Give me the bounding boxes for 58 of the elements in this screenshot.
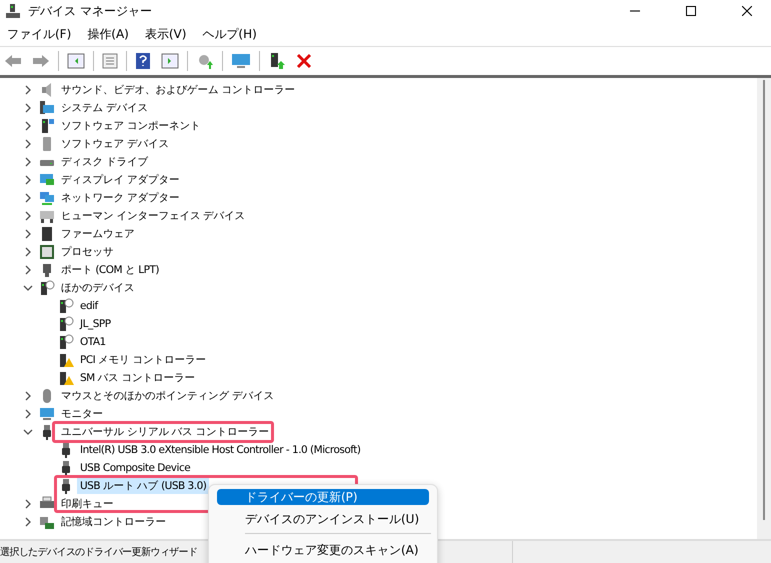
device-warning-icon: [58, 352, 74, 368]
tree-item[interactable]: サウンド、ビデオ、およびゲーム コントローラー: [58, 82, 298, 98]
device-keyboard-icon: [39, 208, 55, 224]
device-network-icon: [39, 190, 55, 206]
tree-item[interactable]: ほかのデバイス: [58, 280, 138, 296]
tree-item[interactable]: 印刷キュー: [58, 496, 116, 512]
device-system-icon: [39, 100, 55, 116]
device-manager-icon: [6, 4, 20, 18]
tree-item[interactable]: Intel(R) USB 3.0 eXtensible Host Controller - 1.0 (Microsoft): [77, 443, 364, 457]
context-menu-item[interactable]: ハードウェア変更のスキャン(A): [217, 542, 429, 558]
delete-icon[interactable]: [294, 51, 314, 71]
device-storage-icon: [39, 514, 55, 530]
scrollbar[interactable]: [757, 78, 771, 539]
device-monitor-icon: [39, 406, 55, 422]
maximize-icon: [686, 6, 696, 16]
tree-item[interactable]: ユニバーサル シリアル バス コントローラー: [58, 424, 272, 440]
properties-icon[interactable]: [100, 51, 120, 71]
device-cpu-icon: [39, 244, 55, 260]
tree-item[interactable]: ディスプレイ アダプター: [58, 172, 182, 188]
device-unknown-icon: [58, 316, 74, 332]
device-warning-icon: [58, 370, 74, 386]
tree-item[interactable]: ソフトウェア コンポーネント: [58, 118, 204, 134]
status-text: 選択したデバイスのドライバー更新ウィザード: [0, 546, 198, 559]
device-chip-icon: [39, 226, 55, 242]
tree-item[interactable]: JL_SPP: [77, 317, 114, 331]
tree-item[interactable]: システム デバイス: [58, 100, 151, 116]
tree-item[interactable]: USB Composite Device: [77, 461, 194, 475]
tree-item[interactable]: SM バス コントローラー: [77, 370, 198, 386]
tree-item[interactable]: USB ルート ハブ (USB 3.0): [77, 478, 210, 494]
tree-item[interactable]: PCI メモリ コントローラー: [77, 352, 209, 368]
tree-item[interactable]: プロセッサ: [58, 244, 116, 260]
close-icon: [742, 6, 752, 16]
tree-item[interactable]: ファームウェア: [58, 226, 138, 242]
tree-item[interactable]: マウスとそのほかのポインティング デバイス: [58, 388, 277, 404]
tree-item[interactable]: ポート (COM と LPT): [58, 262, 162, 278]
panel-icon[interactable]: [159, 51, 181, 71]
menu-item[interactable]: 表示(V): [140, 24, 192, 44]
tree-item[interactable]: ソフトウェア デバイス: [58, 136, 172, 152]
help-icon[interactable]: [133, 50, 153, 72]
menu-item[interactable]: ヘルプ(H): [197, 24, 262, 44]
device-unknown-icon: [58, 334, 74, 350]
device-component-icon: [39, 118, 55, 134]
tree-item[interactable]: 記憶域コントローラー: [58, 514, 169, 530]
device-display-icon: [39, 172, 55, 188]
device-unknown-icon: [58, 298, 74, 314]
tree-item[interactable]: ヒューマン インターフェイス デバイス: [58, 208, 248, 224]
tree-item[interactable]: OTA1: [77, 335, 109, 349]
tree-item[interactable]: ネットワーク アダプター: [58, 190, 182, 206]
context-menu-item[interactable]: デバイスのアンインストール(U): [217, 511, 429, 527]
tree-item[interactable]: edif: [77, 299, 101, 313]
tree-item[interactable]: モニター: [58, 406, 106, 422]
tree-item[interactable]: ディスク ドライブ: [58, 154, 151, 170]
menu-item[interactable]: ファイル(F): [2, 24, 76, 44]
context-menu-item[interactable]: ドライバーの更新(P): [217, 489, 429, 505]
menu-item[interactable]: 操作(A): [82, 24, 134, 44]
device-unknown-icon: [39, 280, 55, 296]
window-title: デバイス マネージャー: [28, 2, 153, 20]
panel-icon[interactable]: [65, 51, 87, 71]
